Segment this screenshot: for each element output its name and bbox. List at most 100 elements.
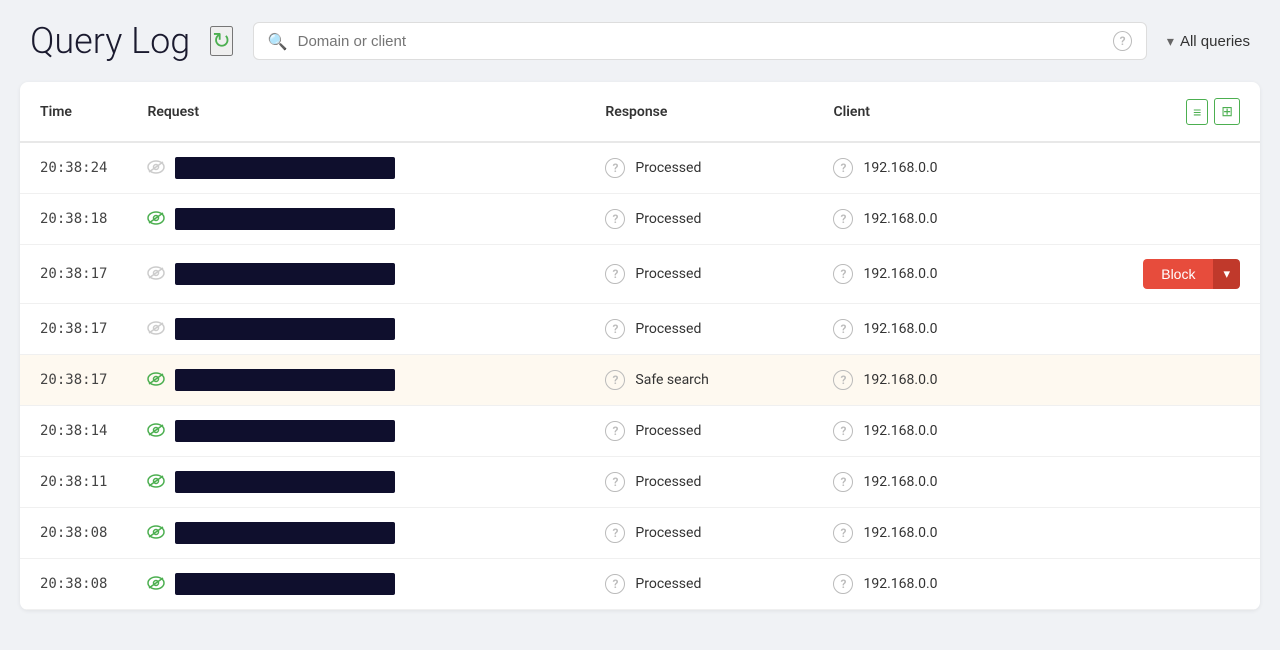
table-row: 20:38:24 Processed 192.168.0.0 [20, 142, 1260, 194]
client-help-icon [833, 158, 853, 178]
table-row: 20:38:11 Processed 192.168.0.0 [20, 457, 1260, 508]
request-type-icon [147, 473, 165, 492]
client-ip: 192.168.0.0 [863, 321, 937, 337]
query-log-table: Time Request Response Client ≡ ⊞ [20, 82, 1260, 610]
table-row: 20:38:08 Processed 192.168.0.0 [20, 508, 1260, 559]
client-ip: 192.168.0.0 [863, 474, 937, 490]
client-help-icon [833, 421, 853, 441]
client-help-icon [833, 370, 853, 390]
response-text: Processed [635, 321, 701, 337]
client-ip: 192.168.0.0 [863, 372, 937, 388]
request-type-icon [147, 210, 165, 229]
client-cell: 192.168.0.0 [813, 245, 1042, 304]
actions-cell [1043, 508, 1261, 559]
search-icon: 🔍 [268, 32, 288, 51]
request-type-icon [147, 575, 165, 594]
request-domain-block [175, 369, 395, 391]
col-actions: ≡ ⊞ [1043, 82, 1261, 142]
table-row: 20:38:18 Processed 192.168.0.0 [20, 194, 1260, 245]
request-domain-block [175, 208, 395, 230]
response-text: Processed [635, 474, 701, 490]
block-button-group: Block ▾ [1143, 259, 1240, 289]
response-help-icon [605, 319, 625, 339]
request-cell [127, 355, 585, 406]
search-help-icon[interactable] [1113, 31, 1132, 51]
response-cell: Processed [585, 304, 813, 355]
client-cell: 192.168.0.0 [813, 194, 1042, 245]
actions-cell [1043, 304, 1261, 355]
request-type-icon [147, 371, 165, 390]
response-help-icon [605, 209, 625, 229]
actions-cell [1043, 355, 1261, 406]
response-help-icon [605, 264, 625, 284]
request-cell [127, 457, 585, 508]
client-cell: 192.168.0.0 [813, 457, 1042, 508]
time-cell: 20:38:17 [20, 355, 127, 406]
response-text: Processed [635, 160, 701, 176]
client-cell: 192.168.0.0 [813, 142, 1042, 194]
actions-cell [1043, 142, 1261, 194]
view-grid-button[interactable]: ⊞ [1214, 98, 1240, 125]
response-text: Processed [635, 525, 701, 541]
request-type-icon [147, 422, 165, 441]
request-cell [127, 142, 585, 194]
time-cell: 20:38:14 [20, 406, 127, 457]
client-ip: 192.168.0.0 [863, 423, 937, 439]
client-ip: 192.168.0.0 [863, 211, 937, 227]
response-text: Processed [635, 576, 701, 592]
filter-button[interactable]: ▾ All queries [1167, 33, 1250, 50]
request-cell [127, 406, 585, 457]
client-help-icon [833, 523, 853, 543]
table-row: 20:38:17 Processed 192.168.0.0 [20, 304, 1260, 355]
actions-cell [1043, 559, 1261, 610]
refresh-button[interactable]: ↻ [210, 26, 232, 56]
response-text: Processed [635, 423, 701, 439]
client-cell: 192.168.0.0 [813, 355, 1042, 406]
search-bar: 🔍 [253, 22, 1147, 60]
col-request: Request [127, 82, 585, 142]
table-header-row: Time Request Response Client ≡ ⊞ [20, 82, 1260, 142]
time-cell: 20:38:08 [20, 559, 127, 610]
response-help-icon [605, 574, 625, 594]
col-response: Response [585, 82, 813, 142]
table-row: 20:38:17 Processed 192.168.0.0 [20, 245, 1260, 304]
grid-view-icon: ⊞ [1221, 103, 1233, 120]
response-help-icon [605, 523, 625, 543]
response-text: Processed [635, 266, 701, 282]
request-type-icon [147, 265, 165, 284]
block-button[interactable]: Block [1143, 259, 1213, 289]
response-cell: Safe search [585, 355, 813, 406]
block-chevron-button[interactable]: ▾ [1213, 259, 1240, 289]
response-cell: Processed [585, 406, 813, 457]
query-log-table-container: Time Request Response Client ≡ ⊞ [20, 82, 1260, 610]
filter-label: All queries [1180, 33, 1250, 50]
response-help-icon [605, 370, 625, 390]
page-header: Query Log ↻ 🔍 ▾ All queries [0, 0, 1280, 82]
client-help-icon [833, 319, 853, 339]
response-cell: Processed [585, 194, 813, 245]
response-cell: Processed [585, 457, 813, 508]
request-domain-block [175, 420, 395, 442]
request-type-icon [147, 320, 165, 339]
response-help-icon [605, 472, 625, 492]
actions-cell [1043, 406, 1261, 457]
time-cell: 20:38:11 [20, 457, 127, 508]
response-help-icon [605, 421, 625, 441]
view-list-button[interactable]: ≡ [1186, 99, 1208, 125]
request-type-icon [147, 524, 165, 543]
client-help-icon [833, 472, 853, 492]
col-time: Time [20, 82, 127, 142]
response-cell: Processed [585, 142, 813, 194]
response-cell: Processed [585, 245, 813, 304]
client-ip: 192.168.0.0 [863, 160, 937, 176]
response-help-icon [605, 158, 625, 178]
request-cell [127, 245, 585, 304]
search-input[interactable] [298, 33, 1104, 50]
request-cell [127, 559, 585, 610]
request-domain-block [175, 573, 395, 595]
request-type-icon [147, 159, 165, 178]
client-ip: 192.168.0.0 [863, 266, 937, 282]
col-client: Client [813, 82, 1042, 142]
page-title: Query Log [30, 20, 190, 62]
request-domain-block [175, 522, 395, 544]
